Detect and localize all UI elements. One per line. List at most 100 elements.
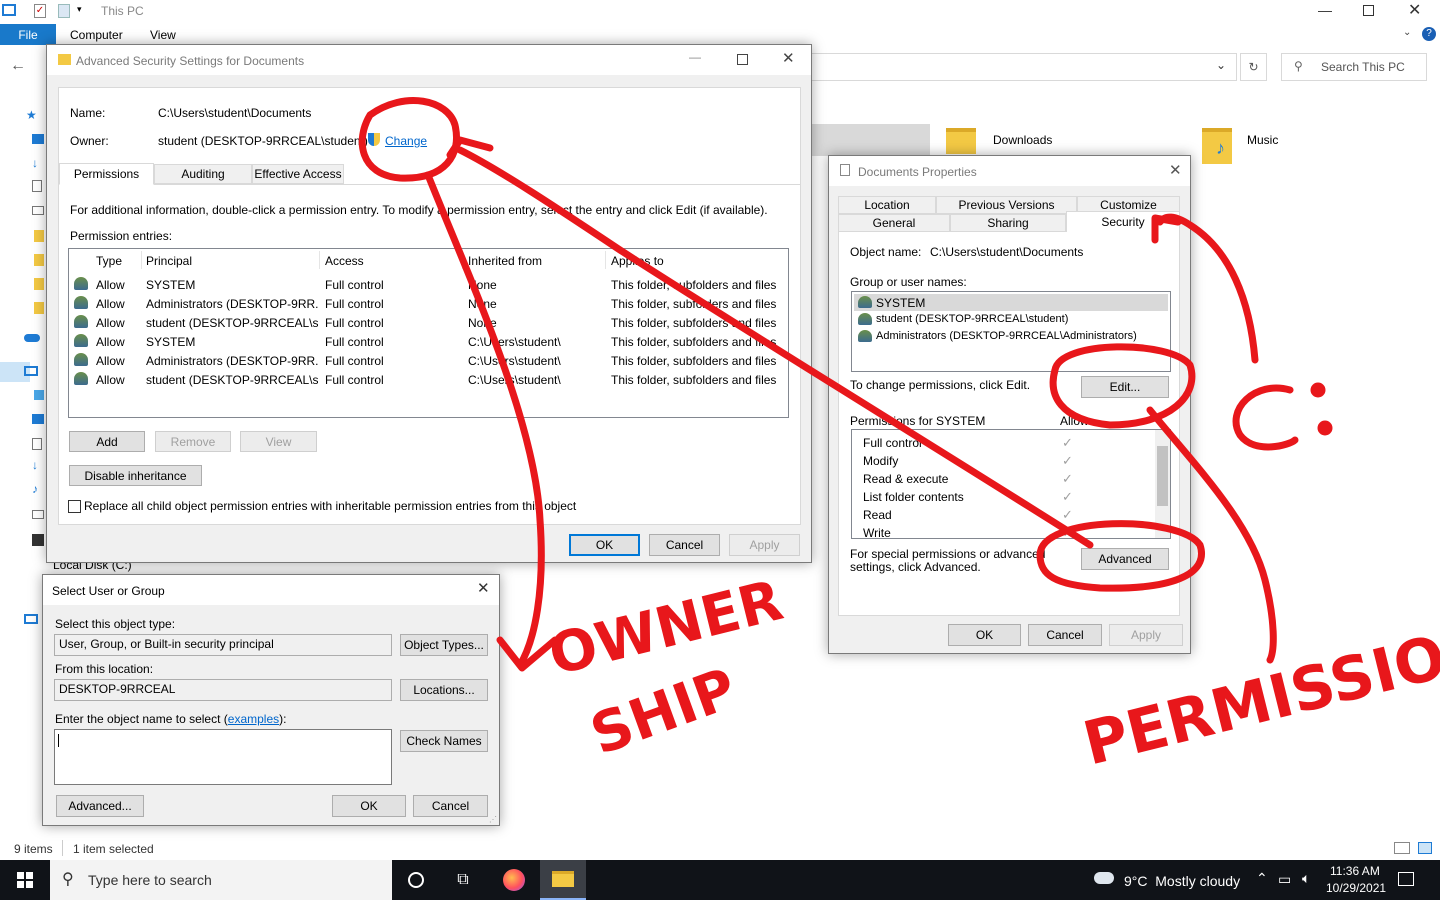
apply-button[interactable]: Apply [729,534,800,556]
scrollbar-thumb[interactable] [1157,446,1168,506]
table-row[interactable]: Allow SYSTEM Full control None This folder, … [69,275,788,294]
address-dropdown-icon[interactable]: ⌄ [1216,58,1226,72]
tab-effective-access[interactable]: Effective Access [252,164,344,184]
start-button[interactable] [0,860,50,900]
tab-previous-versions[interactable]: Previous Versions [936,196,1077,214]
volume-muted-icon[interactable]: 🔈︎ [1302,870,1310,887]
close-icon[interactable]: ✕ [782,49,795,67]
ok-button[interactable]: OK [948,624,1021,646]
network-icon[interactable] [24,614,38,624]
pictures-icon[interactable] [32,510,44,519]
onedrive-icon[interactable] [24,334,40,342]
quick-access-dropdown-icon[interactable]: ▾ [77,4,82,15]
firefox-icon[interactable] [494,860,534,900]
list-item[interactable]: student (DESKTOP-9RRCEAL\student) [854,311,1168,328]
maximize-icon[interactable] [1363,5,1374,16]
advanced-button[interactable]: Advanced... [56,795,144,817]
table-row[interactable]: Allow Administrators (DESKTOP-9RR... Full … [69,294,788,313]
clock-time[interactable]: 11:36 AM [1330,864,1380,878]
tab-location[interactable]: Location [838,196,936,214]
tab-security[interactable]: Security [1066,211,1180,233]
close-icon[interactable]: ✕ [1169,161,1182,179]
minimize-icon[interactable]: — [1318,2,1332,18]
tab-permissions[interactable]: Permissions [59,163,154,185]
documents-icon[interactable] [32,438,42,450]
examples-link[interactable]: examples [228,712,279,726]
ribbon-collapse-icon[interactable]: ⌄ [1403,27,1411,38]
remove-button[interactable]: Remove [155,431,231,452]
downloads-icon[interactable]: ↓ [32,156,38,170]
folder-icon[interactable] [34,254,44,266]
details-view-icon[interactable] [1394,842,1410,854]
ribbon-tab-view[interactable]: View [150,28,176,42]
music-folder-label[interactable]: Music [1247,133,1278,147]
table-row[interactable]: Allow student (DESKTOP-9RRCEAL\s... Full c… [69,313,788,332]
notifications-icon[interactable] [1398,872,1414,886]
ok-button[interactable]: OK [569,534,640,556]
disable-inheritance-button[interactable]: Disable inheritance [69,465,202,486]
advanced-button[interactable]: Advanced [1081,548,1169,570]
task-view-icon[interactable]: ⧉ [443,860,483,900]
column-header-type[interactable]: Type [96,254,122,268]
downloads-icon[interactable]: ↓ [32,458,38,472]
cortana-icon[interactable] [396,860,436,900]
replace-label[interactable]: Replace all child object permission entr… [84,499,576,513]
new-folder-icon[interactable] [58,4,70,18]
folder-icon[interactable] [34,230,44,242]
properties-icon[interactable]: ✓ [34,4,46,18]
taskbar-search[interactable]: ⚲ Type here to search [50,860,392,900]
scrollbar[interactable] [1155,430,1170,538]
object-types-button[interactable]: Object Types... [400,634,488,656]
apply-button[interactable]: Apply [1109,624,1183,646]
permission-entries-list[interactable]: Type Principal Access Inherited from App… [68,248,789,418]
this-pc-icon[interactable] [24,366,38,376]
file-explorer-taskbar-icon[interactable] [540,860,586,900]
videos-icon[interactable] [32,534,44,546]
resize-grip-icon[interactable]: ⋰ [489,815,497,824]
table-row[interactable]: Allow Administrators (DESKTOP-9RR... Full … [69,351,788,370]
column-header-access[interactable]: Access [325,254,364,268]
list-item[interactable]: Administrators (DESKTOP-9RRCEAL\Administ… [854,328,1168,345]
change-owner-link[interactable]: Change [385,134,427,148]
refresh-button[interactable]: ↻ [1240,53,1267,81]
clock-date[interactable]: 10/29/2021 [1326,881,1386,895]
search-box[interactable]: ⚲ Search This PC [1281,53,1427,81]
replace-checkbox[interactable] [68,500,81,513]
close-icon[interactable]: ✕ [1408,0,1421,20]
close-icon[interactable]: ✕ [477,579,490,597]
maximize-icon[interactable] [737,54,748,65]
music-icon[interactable]: ♪ [32,482,38,496]
folder-icon[interactable] [34,278,44,290]
list-item[interactable]: SYSTEM [854,294,1168,311]
downloads-folder-label[interactable]: Downloads [993,133,1052,147]
3d-objects-icon[interactable] [34,390,44,400]
desktop-icon[interactable] [32,134,44,144]
weather-cloud-icon[interactable] [1094,872,1114,884]
column-header-inherited[interactable]: Inherited from [468,254,542,268]
documents-icon[interactable] [32,180,42,192]
locations-button[interactable]: Locations... [400,679,488,701]
tab-sharing[interactable]: Sharing [950,214,1066,232]
table-row[interactable]: Allow SYSTEM Full control C:\Users\student\… [69,332,788,351]
table-row[interactable]: Allow student (DESKTOP-9RRCEAL\s... Full c… [69,370,788,389]
desktop-icon[interactable] [32,414,44,424]
tab-auditing[interactable]: Auditing [154,164,252,184]
network-status-icon[interactable]: ▭ [1278,871,1291,888]
ribbon-tab-file[interactable]: File [0,24,56,45]
quick-access-star-icon[interactable]: ★ [26,108,37,122]
large-icons-view-icon[interactable] [1418,842,1432,854]
view-button[interactable]: View [240,431,317,452]
folder-icon[interactable] [34,302,44,314]
minimize-icon[interactable]: — [689,50,701,64]
add-button[interactable]: Add [69,431,145,452]
selected-tile[interactable] [812,124,930,156]
cancel-button[interactable]: Cancel [1028,624,1102,646]
address-bar[interactable] [810,53,1237,81]
downloads-folder-icon[interactable] [946,128,976,154]
edit-button[interactable]: Edit... [1081,376,1169,398]
object-name-input[interactable] [54,729,392,785]
cancel-button[interactable]: Cancel [649,534,720,556]
show-hidden-icons-icon[interactable]: ⌃ [1256,870,1268,887]
check-names-button[interactable]: Check Names [400,730,488,752]
permissions-list[interactable]: Full control ✓ Modify ✓ Read & execute ✓ List … [851,429,1171,539]
